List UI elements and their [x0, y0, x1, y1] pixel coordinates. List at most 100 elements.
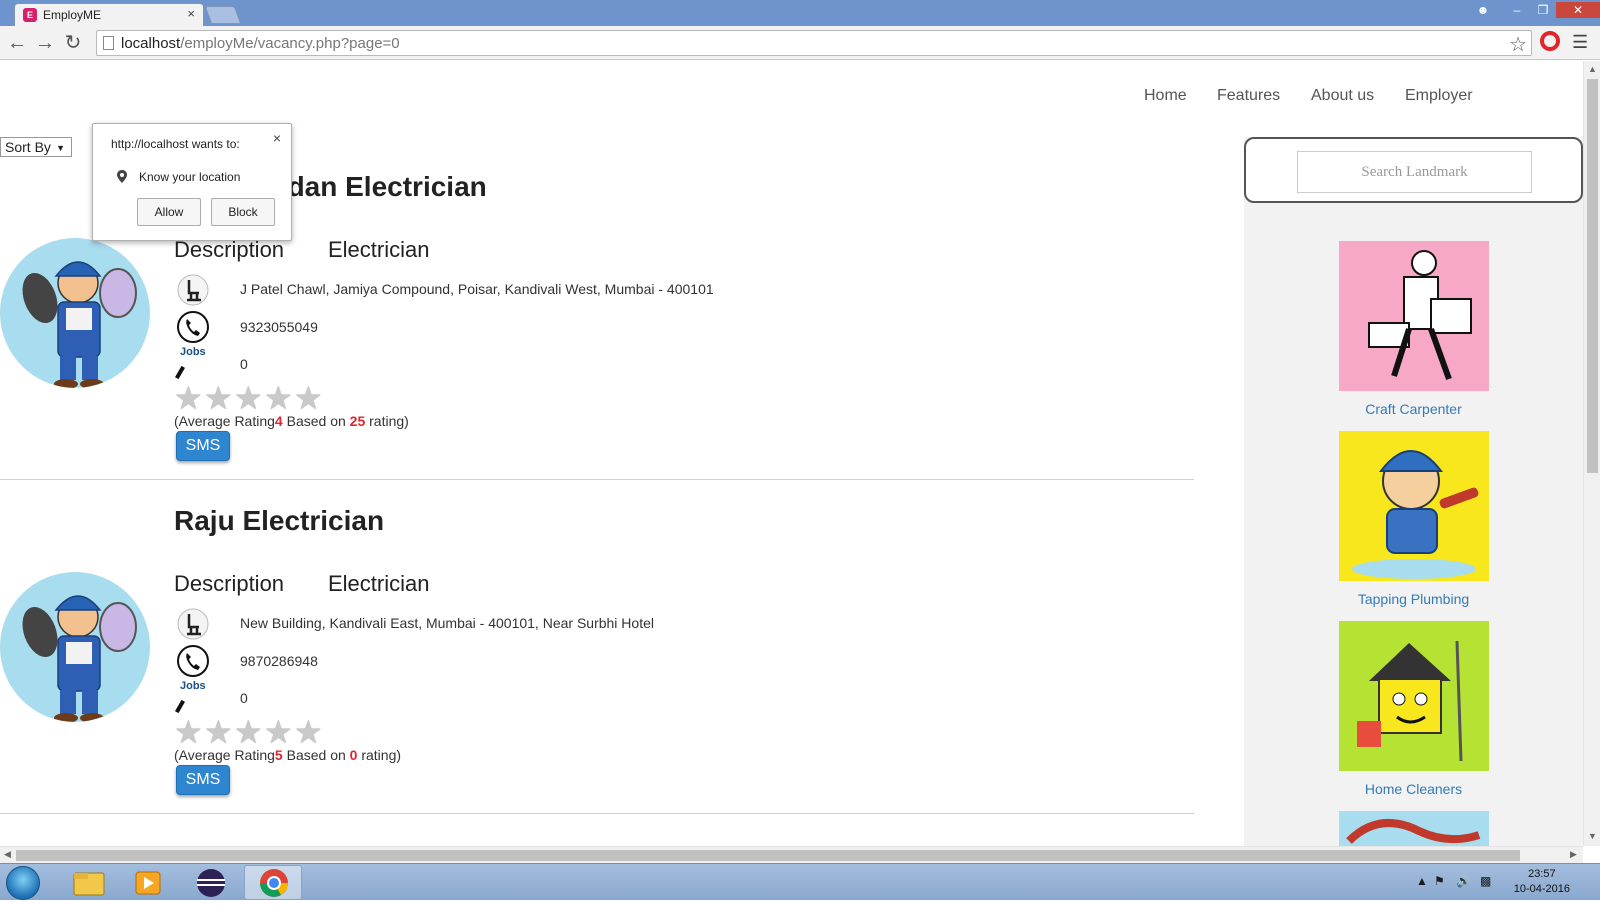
phone-icon [177, 645, 209, 677]
rating-summary: (Average Rating4 Based on 25 rating) [174, 413, 409, 429]
electrician-avatar [0, 238, 150, 388]
action-center-icon[interactable]: ⚑ [1434, 874, 1445, 888]
category-image-partial[interactable] [1339, 811, 1489, 846]
horizontal-scrollbar[interactable]: ◀ ▶ [0, 846, 1583, 863]
network-icon[interactable]: ▩ [1480, 874, 1491, 888]
star-icon[interactable]: ★ [204, 382, 234, 414]
chair-icon [177, 274, 209, 306]
block-button[interactable]: Block [211, 198, 275, 226]
star-icon[interactable]: ★ [234, 382, 264, 414]
rating-summary: (Average Rating5 Based on 0 rating) [174, 747, 401, 763]
scroll-left-icon[interactable]: ◀ [4, 849, 11, 860]
clock-time: 23:57 [1528, 868, 1556, 880]
rating-suffix: rating) [365, 413, 409, 429]
rating-suffix: rating) [357, 747, 402, 763]
description-value: Electrician [328, 237, 430, 262]
star-icon[interactable]: ★ [264, 716, 294, 748]
favicon-icon: E [23, 8, 37, 22]
star-icon[interactable]: ★ [234, 716, 264, 748]
rating-mid: Based on [282, 413, 350, 429]
scroll-down-icon[interactable]: ▼ [1588, 831, 1597, 841]
forward-arrow-icon[interactable]: → [34, 32, 56, 54]
chrome-taskbar-icon[interactable] [244, 865, 302, 900]
minimize-button[interactable]: – [1504, 2, 1530, 18]
category-label-cleaners[interactable]: Home Cleaners [1244, 781, 1583, 797]
rating-mid: Based on [282, 747, 350, 763]
volume-icon[interactable]: 🔊 [1456, 874, 1471, 888]
category-label-plumbing[interactable]: Tapping Plumbing [1244, 591, 1583, 607]
category-label-carpenter[interactable]: Craft Carpenter [1244, 401, 1583, 417]
scroll-up-icon[interactable]: ▲ [1588, 64, 1597, 74]
rating-stars[interactable]: ★ ★ ★ ★ ★ [174, 716, 324, 748]
nav-about-us[interactable]: About us [1311, 87, 1374, 105]
phone-icon [177, 311, 209, 343]
page-viewport: Home Features About us Employer Sort By … [0, 61, 1583, 846]
address-url[interactable]: localhost/employMe/vacancy.php?page=0 [121, 35, 400, 52]
nav-home[interactable]: Home [1144, 87, 1187, 105]
jobs-search-icon: Jobs [175, 346, 210, 380]
opera-extension-icon[interactable] [1540, 31, 1560, 51]
close-window-button[interactable]: ✕ [1556, 2, 1600, 18]
dropdown-arrow-icon: ▼ [56, 143, 65, 153]
sms-button[interactable]: SMS [176, 431, 230, 461]
url-path: /employMe/vacancy.php?page=0 [180, 35, 400, 52]
browser-toolbar: ← → ↻ localhost/employMe/vacancy.php?pag… [0, 26, 1600, 60]
nav-employer[interactable]: Employer [1405, 87, 1473, 105]
back-arrow-icon[interactable]: ← [6, 32, 28, 54]
magnifier-handle [175, 365, 185, 380]
new-tab-button[interactable] [204, 6, 242, 24]
search-landmark-input[interactable]: Search Landmark [1297, 151, 1532, 193]
sort-by-select[interactable]: Sort By ▼ [0, 137, 72, 157]
system-clock[interactable]: 23:57 10-04-2016 [1514, 867, 1570, 897]
reload-icon[interactable]: ↻ [62, 32, 84, 54]
search-box: Search Landmark [1244, 137, 1583, 203]
rating-stars[interactable]: ★ ★ ★ ★ ★ [174, 382, 324, 414]
vertical-scroll-thumb[interactable] [1587, 79, 1598, 473]
start-button[interactable] [6, 866, 40, 900]
explorer-taskbar-icon[interactable] [60, 865, 118, 900]
electrician-avatar [0, 572, 150, 722]
url-host: localhost [121, 35, 181, 52]
show-hidden-icons[interactable]: ▲ [1416, 874, 1428, 888]
restore-button[interactable]: ❐ [1530, 2, 1556, 18]
rating-count: 25 [349, 413, 366, 429]
jobs-icon-label: Jobs [180, 680, 206, 692]
star-icon[interactable]: ★ [294, 716, 324, 748]
jobs-count: 0 [240, 690, 248, 706]
tab-close-icon[interactable]: × [187, 6, 195, 21]
nav-features[interactable]: Features [1217, 87, 1280, 105]
listing-divider [0, 479, 1194, 480]
rating-average: 4 [274, 413, 283, 429]
tab-employme[interactable]: E EmployME × [14, 3, 204, 26]
address-text: J Patel Chawl, Jamiya Compound, Poisar, … [240, 281, 714, 297]
menu-icon[interactable]: ☰ [1572, 32, 1588, 53]
location-pin-icon [117, 170, 127, 183]
tab-title: EmployME [43, 8, 102, 22]
star-icon[interactable]: ★ [174, 716, 204, 748]
clock-date: 10-04-2016 [1513, 883, 1570, 895]
close-icon[interactable]: × [273, 130, 281, 146]
media-player-taskbar-icon[interactable] [120, 865, 178, 900]
eclipse-taskbar-icon[interactable] [182, 865, 240, 900]
rating-average: 5 [274, 747, 283, 763]
category-image-cleaners[interactable] [1339, 621, 1489, 771]
bookmark-star-icon[interactable]: ☆ [1509, 32, 1527, 57]
star-icon[interactable]: ★ [294, 382, 324, 414]
vertical-scrollbar[interactable]: ▲ ▼ [1583, 61, 1600, 846]
horizontal-scroll-thumb[interactable] [16, 850, 1520, 861]
page-icon [103, 36, 114, 50]
star-icon[interactable]: ★ [174, 382, 204, 414]
windows-taskbar: ▲ ⚑ 🔊 ▩ 23:57 10-04-2016 [0, 863, 1600, 900]
profile-icon[interactable]: ☻ [1470, 2, 1496, 18]
location-permission-popup: http://localhost wants to: × Know your l… [92, 123, 292, 241]
star-icon[interactable]: ★ [204, 716, 234, 748]
scroll-right-icon[interactable]: ▶ [1570, 849, 1577, 860]
category-image-plumbing[interactable] [1339, 431, 1489, 581]
star-icon[interactable]: ★ [264, 382, 294, 414]
permission-title: http://localhost wants to: [111, 137, 240, 151]
allow-button[interactable]: Allow [137, 198, 201, 226]
sms-button[interactable]: SMS [176, 765, 230, 795]
description-label: Description [174, 571, 285, 596]
address-bar[interactable]: localhost/employMe/vacancy.php?page=0 ☆ [96, 30, 1532, 56]
category-image-carpenter[interactable] [1339, 241, 1489, 391]
